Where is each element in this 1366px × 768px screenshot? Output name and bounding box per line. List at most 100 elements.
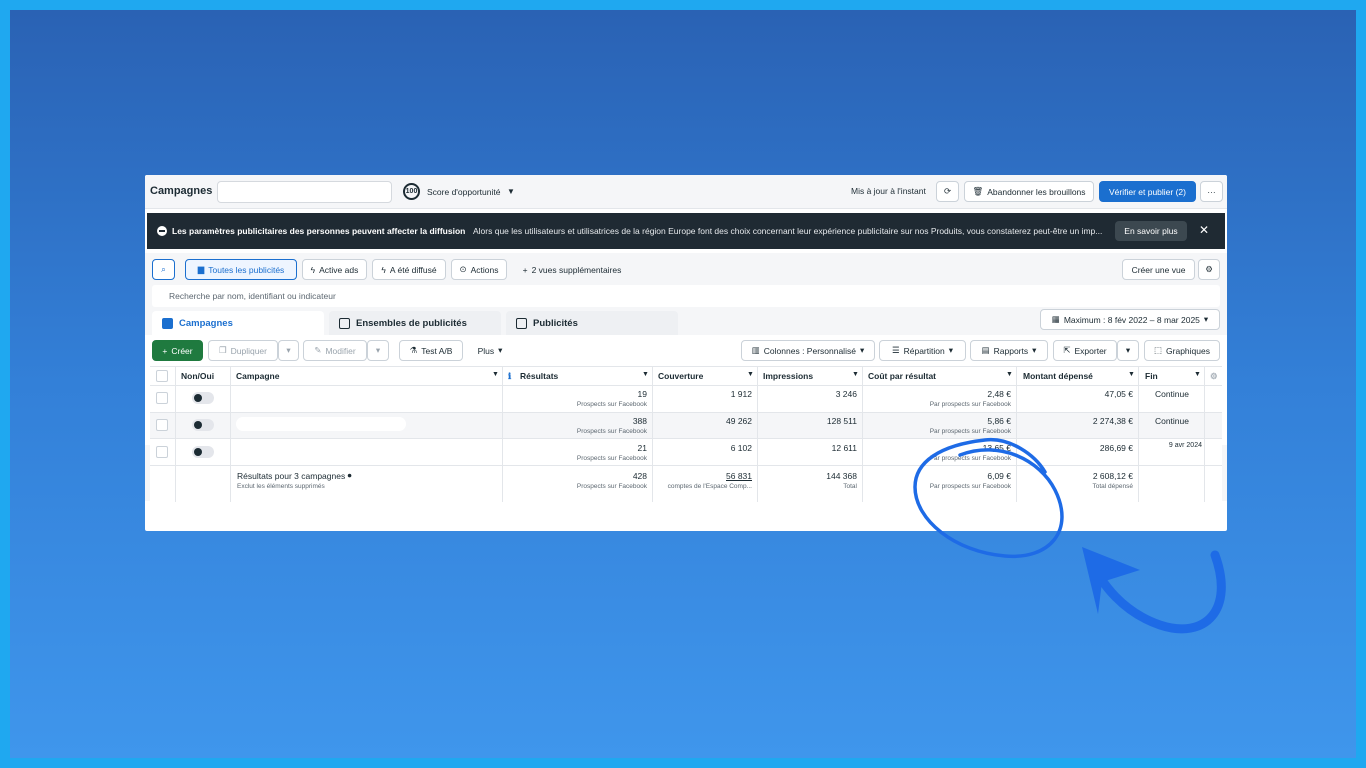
campaign-icon bbox=[162, 317, 173, 329]
header-results[interactable]: Résultats bbox=[520, 371, 558, 381]
cell-results-sub: Prospects sur Facebook bbox=[576, 455, 647, 462]
header-reach[interactable]: Couverture bbox=[658, 371, 703, 381]
chevron-down-icon: ▾ bbox=[498, 345, 503, 355]
publish-button[interactable]: Vérifier et publier (2) bbox=[1099, 181, 1196, 202]
edit-dropdown[interactable]: ▾ bbox=[367, 340, 389, 361]
header-spent[interactable]: Montant dépensé bbox=[1023, 371, 1093, 381]
discard-drafts-button[interactable]: 🗑 Abandonner les brouillons bbox=[964, 181, 1094, 202]
name-field[interactable] bbox=[217, 181, 392, 203]
header-campaign[interactable]: Campagne bbox=[236, 371, 279, 381]
chevron-down-icon[interactable]: ▼ bbox=[852, 371, 859, 378]
chart-icon: ⬚ bbox=[1154, 345, 1163, 355]
create-button[interactable]: + Créer bbox=[152, 340, 203, 361]
create-view-label: Créer une vue bbox=[1131, 264, 1186, 275]
filter-active-ads-label: Active ads bbox=[319, 264, 359, 275]
cell-spent: 47,05 € bbox=[1104, 389, 1133, 399]
filter-all-ads-label: Toutes les publicités bbox=[208, 264, 285, 275]
learn-more-button[interactable]: En savoir plus bbox=[1115, 221, 1187, 241]
columns-button[interactable]: ▥ Colonnes : Personnalisé ▾ bbox=[741, 340, 875, 361]
ab-test-button[interactable]: ⚗ Test A/B bbox=[399, 340, 463, 361]
opportunity-score-icon[interactable]: 100 bbox=[403, 183, 420, 200]
totals-reach-sub: comptes de l'Espace Comp... bbox=[667, 483, 752, 490]
cell-cost: 5,86 € bbox=[987, 416, 1011, 426]
info-icon: ℹ bbox=[508, 371, 512, 381]
filter-actions[interactable]: ⊙ Actions bbox=[451, 259, 507, 280]
more-button[interactable]: Plus ▾ bbox=[468, 340, 512, 361]
edit-button[interactable]: ✎ Modifier bbox=[303, 340, 367, 361]
totals-reach[interactable]: 56 831 bbox=[726, 471, 752, 481]
breakdown-button[interactable]: ☰ Répartition ▾ bbox=[879, 340, 966, 361]
breakdown-icon: ☰ bbox=[891, 345, 900, 355]
header-onoff[interactable]: Non/Oui bbox=[181, 371, 214, 381]
duplicate-button[interactable]: ❐ Dupliquer bbox=[208, 340, 278, 361]
divider bbox=[150, 438, 1222, 439]
tab-adsets[interactable]: Ensembles de publicités bbox=[329, 311, 501, 335]
refresh-icon: ⟳ bbox=[943, 186, 952, 196]
header-impressions[interactable]: Impressions bbox=[763, 371, 813, 381]
cell-spent: 2 274,38 € bbox=[1092, 416, 1133, 426]
chevron-down-icon: ▾ bbox=[948, 345, 953, 355]
search-placeholder: Recherche par nom, identifiant ou indica… bbox=[169, 291, 336, 301]
chevron-down-icon[interactable]: ▼ bbox=[507, 187, 515, 196]
breakdown-label: Répartition bbox=[903, 345, 945, 356]
totals-results-sub: Prospects sur Facebook bbox=[576, 483, 647, 490]
create-view-button[interactable]: Créer une vue bbox=[1122, 259, 1195, 280]
plus-icon: + bbox=[522, 264, 528, 275]
more-views-button[interactable]: + 2 vues supplémentaires bbox=[513, 259, 631, 280]
pencil-icon: ✎ bbox=[314, 345, 322, 355]
charts-button[interactable]: ⬚ Graphiques bbox=[1144, 340, 1220, 361]
divider bbox=[652, 366, 653, 502]
divider bbox=[1204, 366, 1205, 502]
page-title: Campagnes bbox=[150, 185, 213, 197]
tab-ads[interactable]: Publicités bbox=[506, 311, 678, 335]
campaign-toggle[interactable] bbox=[192, 419, 214, 431]
chevron-down-icon[interactable]: ▼ bbox=[1006, 371, 1013, 378]
select-all-checkbox[interactable] bbox=[156, 370, 168, 382]
chevron-down-icon[interactable]: ▼ bbox=[642, 371, 649, 378]
settings-icon[interactable]: ⚙ bbox=[1210, 371, 1218, 382]
settings-sliders-button[interactable]: ⚙ bbox=[1198, 259, 1220, 280]
totals-spent-sub: Total dépensé bbox=[1092, 483, 1133, 490]
search-button[interactable]: ⌕ bbox=[152, 259, 175, 280]
row-checkbox[interactable] bbox=[156, 446, 168, 458]
filter-active-ads[interactable]: ϟ Active ads bbox=[302, 259, 367, 280]
chevron-down-icon: ▾ bbox=[1203, 314, 1209, 324]
date-range-picker[interactable]: ▦ Maximum : 8 fév 2022 – 8 mar 2025 ▾ bbox=[1040, 309, 1220, 330]
duplicate-dropdown[interactable]: ▾ bbox=[278, 340, 299, 361]
campaign-toggle[interactable] bbox=[192, 392, 214, 404]
more-options-button[interactable]: ··· bbox=[1200, 181, 1223, 202]
tab-campaigns[interactable]: Campagnes bbox=[152, 311, 324, 335]
export-icon: ⇱ bbox=[1063, 345, 1071, 355]
chevron-down-icon[interactable]: ▼ bbox=[1194, 371, 1201, 378]
close-icon[interactable]: ✕ bbox=[1199, 223, 1209, 237]
filter-all-ads[interactable]: ▆ Toutes les publicités bbox=[185, 259, 297, 280]
ab-test-label: Test A/B bbox=[421, 345, 453, 356]
divider bbox=[150, 385, 1222, 386]
chevron-down-icon[interactable]: ▼ bbox=[1128, 371, 1135, 378]
chevron-down-icon: ▾ bbox=[1125, 345, 1131, 355]
columns-icon: ▥ bbox=[751, 345, 760, 355]
duplicate-label: Dupliquer bbox=[230, 345, 267, 356]
filter-delivered[interactable]: ϟ A été diffusé bbox=[372, 259, 446, 280]
header-cost[interactable]: Coût par résultat bbox=[868, 371, 936, 381]
opportunity-score-label[interactable]: Score d'opportunité bbox=[427, 187, 500, 197]
chevron-down-icon[interactable]: ▼ bbox=[747, 371, 754, 378]
header-end[interactable]: Fin bbox=[1145, 371, 1158, 381]
export-dropdown[interactable]: ▾ bbox=[1117, 340, 1139, 361]
export-button[interactable]: ⇱ Exporter bbox=[1053, 340, 1117, 361]
cell-reach: 1 912 bbox=[730, 389, 752, 399]
totals-impressions: 144 368 bbox=[826, 471, 857, 481]
chevron-down-icon[interactable]: ▼ bbox=[492, 371, 499, 378]
cell-cost: 13,65 € bbox=[982, 443, 1011, 453]
row-checkbox[interactable] bbox=[156, 392, 168, 404]
refresh-button[interactable]: ⟳ bbox=[936, 181, 959, 202]
tab-adsets-label: Ensembles de publicités bbox=[356, 317, 467, 329]
row-checkbox[interactable] bbox=[156, 419, 168, 431]
plus-icon: + bbox=[162, 345, 168, 356]
cell-cost-sub: Par prospects sur Facebook bbox=[929, 428, 1011, 435]
divider bbox=[862, 366, 863, 502]
cell-impressions: 12 611 bbox=[831, 443, 857, 453]
campaign-toggle[interactable] bbox=[192, 446, 214, 458]
reports-button[interactable]: ▤ Rapports ▾ bbox=[970, 340, 1048, 361]
search-input[interactable]: Recherche par nom, identifiant ou indica… bbox=[152, 285, 1220, 307]
